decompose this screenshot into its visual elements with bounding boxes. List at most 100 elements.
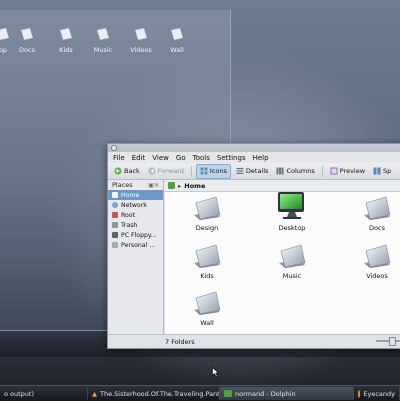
- desktop-folder-label: Videos: [130, 46, 152, 54]
- places-item-root[interactable]: Root: [108, 210, 163, 220]
- taskbar-task-output[interactable]: o output): [0, 387, 88, 400]
- folder-icon: [364, 196, 391, 220]
- file-item[interactable]: Wall: [177, 290, 237, 327]
- task-label: normand - Dolphin: [235, 389, 296, 398]
- eyecandy-icon: [358, 389, 361, 398]
- places-item-label: Root: [121, 211, 136, 219]
- places-item-personal[interactable]: Personal ...: [108, 240, 163, 250]
- menu-help[interactable]: Help: [253, 154, 269, 162]
- menu-view[interactable]: View: [152, 154, 169, 162]
- folder-icon: [194, 291, 221, 315]
- columns-view-icon: [276, 167, 284, 175]
- task-label: Eyecandy: [363, 389, 395, 398]
- toolbar: Back Forward Icons Details Columns Previ…: [108, 163, 400, 180]
- places-panel: Places ▣✕ Home Network Root Trash PC Flo…: [108, 180, 164, 338]
- places-title: Places: [112, 181, 133, 189]
- preview-button[interactable]: Preview: [327, 165, 368, 178]
- file-item[interactable]: Videos: [347, 243, 400, 280]
- places-item-label: Personal ...: [121, 241, 156, 249]
- preview-label: Preview: [339, 167, 366, 175]
- places-item-network[interactable]: Network: [108, 200, 163, 210]
- taskbar-task-eyecandy[interactable]: Eyecandy: [354, 387, 400, 400]
- window-titlebar[interactable]: [108, 144, 400, 152]
- split-button[interactable]: Sp: [370, 165, 394, 178]
- folder-icon: [59, 27, 73, 41]
- menu-edit[interactable]: Edit: [132, 154, 146, 162]
- file-view[interactable]: Design Desktop Docs Kids Music Videos Wa…: [165, 192, 400, 334]
- toolbar-separator: [321, 165, 323, 177]
- folder-icon: [194, 196, 221, 220]
- places-item-label: Network: [121, 201, 147, 209]
- desktop-folder-item[interactable]: Music: [86, 26, 120, 54]
- zoom-slider[interactable]: [376, 340, 400, 342]
- task-label: The.Sisterhood.Of.The.Traveling.Pant: [100, 389, 220, 398]
- taskbar-task-video[interactable]: ▲ The.Sisterhood.Of.The.Traveling.Pant: [88, 387, 220, 400]
- details-view-icon: [236, 168, 244, 174]
- folder-icon: [279, 244, 306, 268]
- breadcrumb-home-icon[interactable]: [168, 182, 175, 189]
- chevron-right-icon: ▸: [178, 181, 182, 190]
- folder-red-icon: [112, 212, 118, 218]
- folder-icon: [170, 27, 184, 41]
- breadcrumb-segment[interactable]: Home: [184, 182, 205, 190]
- places-item-label: Home: [121, 191, 140, 199]
- places-item-floppy[interactable]: PC Floppy...: [108, 230, 163, 240]
- file-item[interactable]: Docs: [347, 195, 400, 232]
- split-label: Sp: [383, 167, 392, 175]
- file-item[interactable]: Kids: [177, 243, 237, 280]
- icons-view-icon: [200, 167, 208, 175]
- columns-view-label: Columns: [286, 167, 315, 175]
- desktop-folder-item[interactable]: Videos: [124, 26, 158, 54]
- dolphin-icon: [224, 390, 232, 397]
- vlc-cone-icon: ▲: [92, 389, 97, 398]
- desktop-folder-item[interactable]: Wall: [160, 26, 194, 54]
- icons-view-label: Icons: [209, 167, 227, 175]
- menu-bar: File Edit View Go Tools Settings Help: [108, 152, 400, 163]
- folder-icon: [194, 244, 221, 268]
- file-item-label: Docs: [369, 224, 385, 232]
- desktop-folder-label: Kids: [59, 46, 73, 54]
- file-item-label: Design: [195, 224, 219, 232]
- file-item[interactable]: Design: [177, 195, 237, 232]
- window-menu-icon[interactable]: [111, 145, 117, 151]
- details-view-label: Details: [245, 167, 269, 175]
- places-item-trash[interactable]: Trash: [108, 220, 163, 230]
- menu-settings[interactable]: Settings: [217, 154, 246, 162]
- desktop-folder-label: Docs: [19, 46, 35, 54]
- columns-view-button[interactable]: Columns: [273, 165, 317, 178]
- trash-icon: [112, 222, 118, 228]
- folder-icon: [96, 27, 110, 41]
- desktop-folder-item[interactable]: Kids: [49, 26, 83, 54]
- taskbar-task-dolphin[interactable]: normand - Dolphin: [220, 387, 354, 400]
- folder-icon: [364, 244, 391, 268]
- desktop-folder-label: Music: [93, 46, 113, 54]
- folder-icon: [134, 27, 148, 41]
- details-view-button[interactable]: Details: [233, 165, 272, 178]
- zoom-slider-handle[interactable]: [389, 337, 396, 346]
- desktop-folder-label: Wall: [170, 46, 184, 54]
- forward-label: Forward: [157, 167, 184, 175]
- back-button[interactable]: Back: [111, 165, 143, 178]
- mouse-pointer-icon: [212, 367, 219, 377]
- status-text: 7 Folders: [165, 337, 195, 346]
- menu-go[interactable]: Go: [176, 154, 186, 162]
- file-item-label: Music: [282, 272, 302, 280]
- network-icon: [112, 202, 118, 208]
- desktop-folder-item[interactable]: Docs: [10, 26, 44, 54]
- menu-file[interactable]: File: [113, 154, 125, 162]
- file-item-label: Desktop: [278, 224, 306, 232]
- floppy-icon: [112, 232, 118, 238]
- file-item-label: Kids: [200, 272, 214, 280]
- places-panel-buttons-icon[interactable]: ▣✕: [148, 182, 159, 189]
- toolbar-separator: [190, 165, 192, 177]
- file-item[interactable]: Desktop: [262, 190, 322, 232]
- task-label: o output): [4, 389, 35, 398]
- desktop-folder-label: op: [0, 46, 8, 54]
- forward-button[interactable]: Forward: [145, 165, 187, 178]
- icons-view-button[interactable]: Icons: [195, 163, 231, 179]
- back-label: Back: [124, 167, 140, 175]
- file-item[interactable]: Music: [262, 243, 322, 280]
- menu-tools[interactable]: Tools: [193, 154, 210, 162]
- forward-arrow-icon: [148, 167, 156, 175]
- places-item-home[interactable]: Home: [108, 190, 163, 200]
